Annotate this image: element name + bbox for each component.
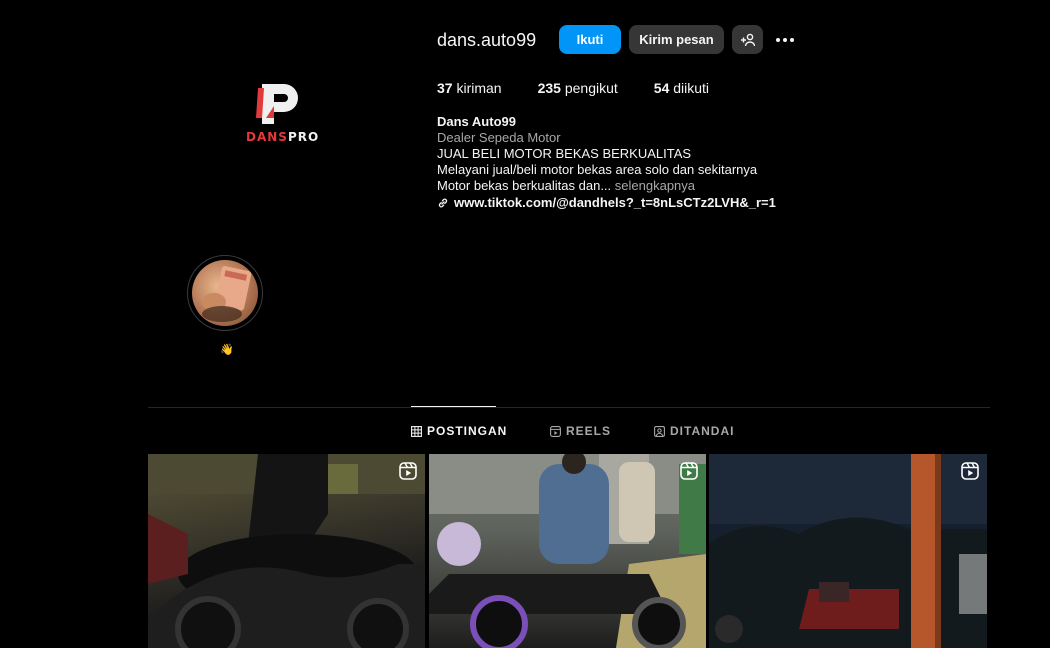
highlight-label: 👋 [220,344,234,356]
dans-pro-logo-icon [256,84,298,124]
reel-badge-icon [399,462,417,480]
reels-icon [550,425,561,437]
post-image [148,454,425,648]
post-image [429,454,706,648]
bio-line-truncated: Motor bekas berkualitas dan... selengkap… [437,178,696,193]
post-image [709,454,987,648]
post-thumbnail[interactable] [429,454,706,648]
tab-reels[interactable]: REELS [550,424,654,438]
story-highlight[interactable] [187,255,263,331]
more-options-button[interactable] [772,28,798,52]
grid-icon [411,425,422,437]
bio-line: JUAL BELI MOTOR BEKAS BERKUALITAS [437,146,692,161]
logo-text: DANSPRO [246,130,320,144]
add-person-icon [740,33,755,46]
tabs-divider [148,407,990,408]
bio-line: Melayani jual/beli motor bekas area solo… [437,162,758,177]
profile-tabs: POSTINGAN REELS DITANDAI [411,424,734,438]
post-thumbnail[interactable] [709,454,987,648]
profile-bio: Dans Auto99 Dealer Sepeda Motor JUAL BEL… [437,114,776,211]
tagged-icon [654,425,665,437]
reel-badge-icon [680,462,698,480]
tab-tagged[interactable]: DITANDAI [654,424,734,438]
follow-button[interactable]: Ikuti [559,25,621,54]
post-thumbnail[interactable] [148,454,425,648]
bio-link[interactable]: www.tiktok.com/@dandhels?_t=8nLsCTz2LVH&… [437,195,776,211]
highlight-cover-image [192,260,258,326]
active-tab-indicator [411,406,496,407]
following-stat[interactable]: 54 diikuti [654,80,709,96]
send-message-button[interactable]: Kirim pesan [629,25,724,54]
followers-stat[interactable]: 235 pengikut [538,80,618,96]
profile-username: dans.auto99 [437,30,537,50]
see-more-link[interactable]: selengkapnya [615,178,695,193]
profile-stats: 37 kiriman 235 pengikut 54 diikuti [437,80,709,96]
tab-posts[interactable]: POSTINGAN [411,424,550,438]
suggest-users-button[interactable] [732,25,763,54]
posts-stat: 37 kiriman [437,80,502,96]
bio-category: Dealer Sepeda Motor [437,130,561,145]
more-dots-icon [776,38,794,42]
link-icon [438,198,448,208]
bio-name: Dans Auto99 [437,114,516,129]
profile-logo[interactable]: DANSPRO [236,78,326,148]
reel-badge-icon [961,462,979,480]
